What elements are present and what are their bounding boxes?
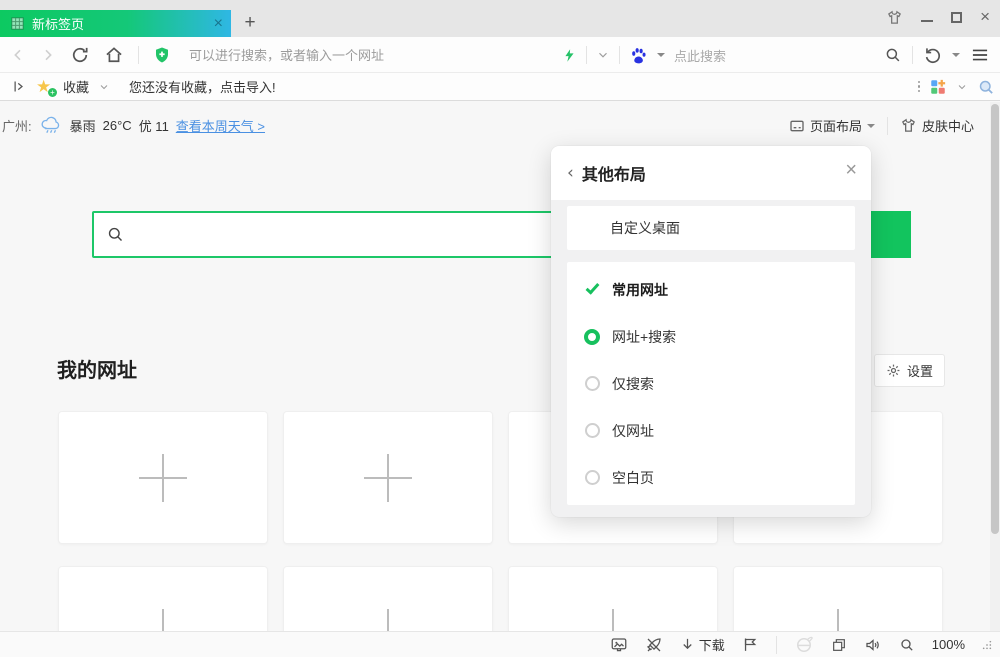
scrollbar-track[interactable] <box>990 102 1000 657</box>
speaker-icon[interactable] <box>864 636 882 654</box>
radio-icon <box>584 470 600 486</box>
ie-compat-icon[interactable] <box>794 635 814 655</box>
divider <box>776 636 777 654</box>
back-icon[interactable] <box>10 47 26 63</box>
download-button[interactable]: 下载 <box>680 635 725 654</box>
tab-title: 新标签页 <box>32 14 214 33</box>
settings-button[interactable]: 设置 <box>874 354 945 387</box>
option-common-sites[interactable]: 常用网址 <box>567 266 855 313</box>
grid-favicon-icon <box>10 16 25 31</box>
minimize-icon[interactable] <box>921 20 933 22</box>
page-tools: 页面布局 皮肤中心 <box>789 116 974 135</box>
extensions-grid-icon[interactable] <box>929 78 947 96</box>
security-shield-icon[interactable] <box>153 46 171 64</box>
option-blank-page[interactable]: 空白页 <box>567 454 855 501</box>
restore-window-icon[interactable] <box>831 637 847 653</box>
search-icon[interactable] <box>884 46 902 64</box>
option-custom-desktop[interactable]: 自定义桌面 <box>567 206 855 250</box>
screenshot-magnifier-icon[interactable] <box>977 78 995 96</box>
weather-week-link[interactable]: 查看本周天气 > <box>176 116 265 135</box>
search-engine-caret-icon[interactable] <box>657 53 665 61</box>
maximize-icon[interactable] <box>951 12 962 23</box>
window-close-icon[interactable]: × <box>980 10 990 24</box>
layout-caret-icon <box>867 124 875 132</box>
weather-air-quality: 优 11 <box>139 116 169 135</box>
nav-left-group <box>10 37 519 73</box>
bookmarks-bar: ★ + 收藏 您还没有收藏，点击导入! <box>0 73 1000 101</box>
popup-close-icon[interactable]: × <box>845 160 857 180</box>
home-icon[interactable] <box>104 45 124 65</box>
layout-icon <box>789 118 805 134</box>
scrollbar-thumb[interactable] <box>991 104 999 534</box>
search-icon <box>106 225 125 244</box>
favorites-label[interactable]: 收藏 <box>63 77 89 96</box>
gear-icon <box>886 363 901 378</box>
browser-window: 新标签页 × + × <box>0 0 1000 657</box>
check-icon <box>584 282 600 298</box>
nav-right-group <box>884 37 990 73</box>
add-site-tile[interactable] <box>283 411 493 544</box>
sidebar-toggle-icon[interactable] <box>12 79 27 94</box>
favorites-chevron-icon[interactable] <box>98 81 110 93</box>
bookmarks-left-group: ★ + 收藏 您还没有收藏，点击导入! <box>12 73 276 100</box>
resize-grip-icon[interactable] <box>982 640 992 650</box>
back-chevron-icon[interactable]: ‹ <box>567 163 574 183</box>
rocket-disabled-icon[interactable] <box>645 636 663 654</box>
page-layout-button[interactable]: 页面布局 <box>789 116 875 135</box>
option-sites-plus-search[interactable]: 网址+搜索 <box>567 313 855 360</box>
bookmarks-right-group <box>918 73 996 100</box>
window-skin-icon[interactable] <box>886 9 903 26</box>
divider <box>138 46 139 64</box>
quick-search-label[interactable]: 点此搜索 <box>674 46 726 65</box>
layout-options-list: 常用网址 网址+搜索 仅搜索 仅网址 空白页 <box>567 262 855 505</box>
zoom-level[interactable]: 100% <box>932 637 965 652</box>
favorites-star-icon[interactable]: ★ + <box>36 78 54 96</box>
divider <box>887 117 888 135</box>
status-bar: 下载 100% <box>0 631 1000 657</box>
popup-title: 其他布局 <box>582 161 646 185</box>
undo-caret-icon[interactable] <box>952 53 960 61</box>
radio-icon <box>584 423 600 439</box>
menu-icon[interactable] <box>970 45 990 65</box>
option-sites-only[interactable]: 仅网址 <box>567 407 855 454</box>
weather-city: 广州: <box>2 116 32 135</box>
tab-bar: 新标签页 × + × <box>0 0 1000 37</box>
navigation-bar: 点此搜索 <box>0 37 1000 73</box>
baidu-paw-icon[interactable] <box>629 46 648 65</box>
lightning-icon[interactable] <box>562 47 577 64</box>
weather-temperature: 26°C <box>103 118 132 133</box>
nav-middle-group: 点此搜索 <box>562 37 726 73</box>
add-site-tile[interactable] <box>58 411 268 544</box>
popup-header: ‹ 其他布局 × <box>551 146 871 200</box>
tshirt-icon <box>900 117 917 134</box>
download-label: 下载 <box>699 635 725 654</box>
forward-icon[interactable] <box>40 47 56 63</box>
chevron-down-icon[interactable] <box>596 48 610 62</box>
rain-cloud-icon <box>39 115 63 135</box>
flag-icon[interactable] <box>742 636 759 653</box>
divider <box>619 46 620 64</box>
undo-icon[interactable] <box>923 46 942 65</box>
layout-popup: ‹ 其他布局 × 自定义桌面 常用网址 网址+搜索 仅搜索 仅网址 <box>551 146 871 517</box>
divider <box>586 46 587 64</box>
new-tab-button[interactable]: + <box>239 12 261 34</box>
reload-icon[interactable] <box>70 45 90 65</box>
radio-selected-icon <box>584 329 600 345</box>
extensions-chevron-icon[interactable] <box>956 81 968 93</box>
weather-widget: 广州: 暴雨 26°C 优 11 查看本周天气 > <box>2 115 265 135</box>
window-controls: × <box>886 8 990 26</box>
weather-condition: 暴雨 <box>70 116 96 135</box>
address-input[interactable] <box>189 48 519 63</box>
radio-icon <box>584 376 600 392</box>
my-sites-heading: 我的网址 <box>57 354 137 383</box>
more-dots-icon[interactable] <box>918 81 921 93</box>
tab-close-icon[interactable]: × <box>214 16 223 32</box>
option-search-only[interactable]: 仅搜索 <box>567 360 855 407</box>
divider <box>912 46 913 64</box>
skin-center-button[interactable]: 皮肤中心 <box>900 116 974 135</box>
zoom-search-icon[interactable] <box>899 637 915 653</box>
bookmarks-empty-hint[interactable]: 您还没有收藏，点击导入! <box>129 77 276 96</box>
picture-tool-icon[interactable] <box>610 636 628 654</box>
tab-new-page[interactable]: 新标签页 × <box>0 10 231 37</box>
